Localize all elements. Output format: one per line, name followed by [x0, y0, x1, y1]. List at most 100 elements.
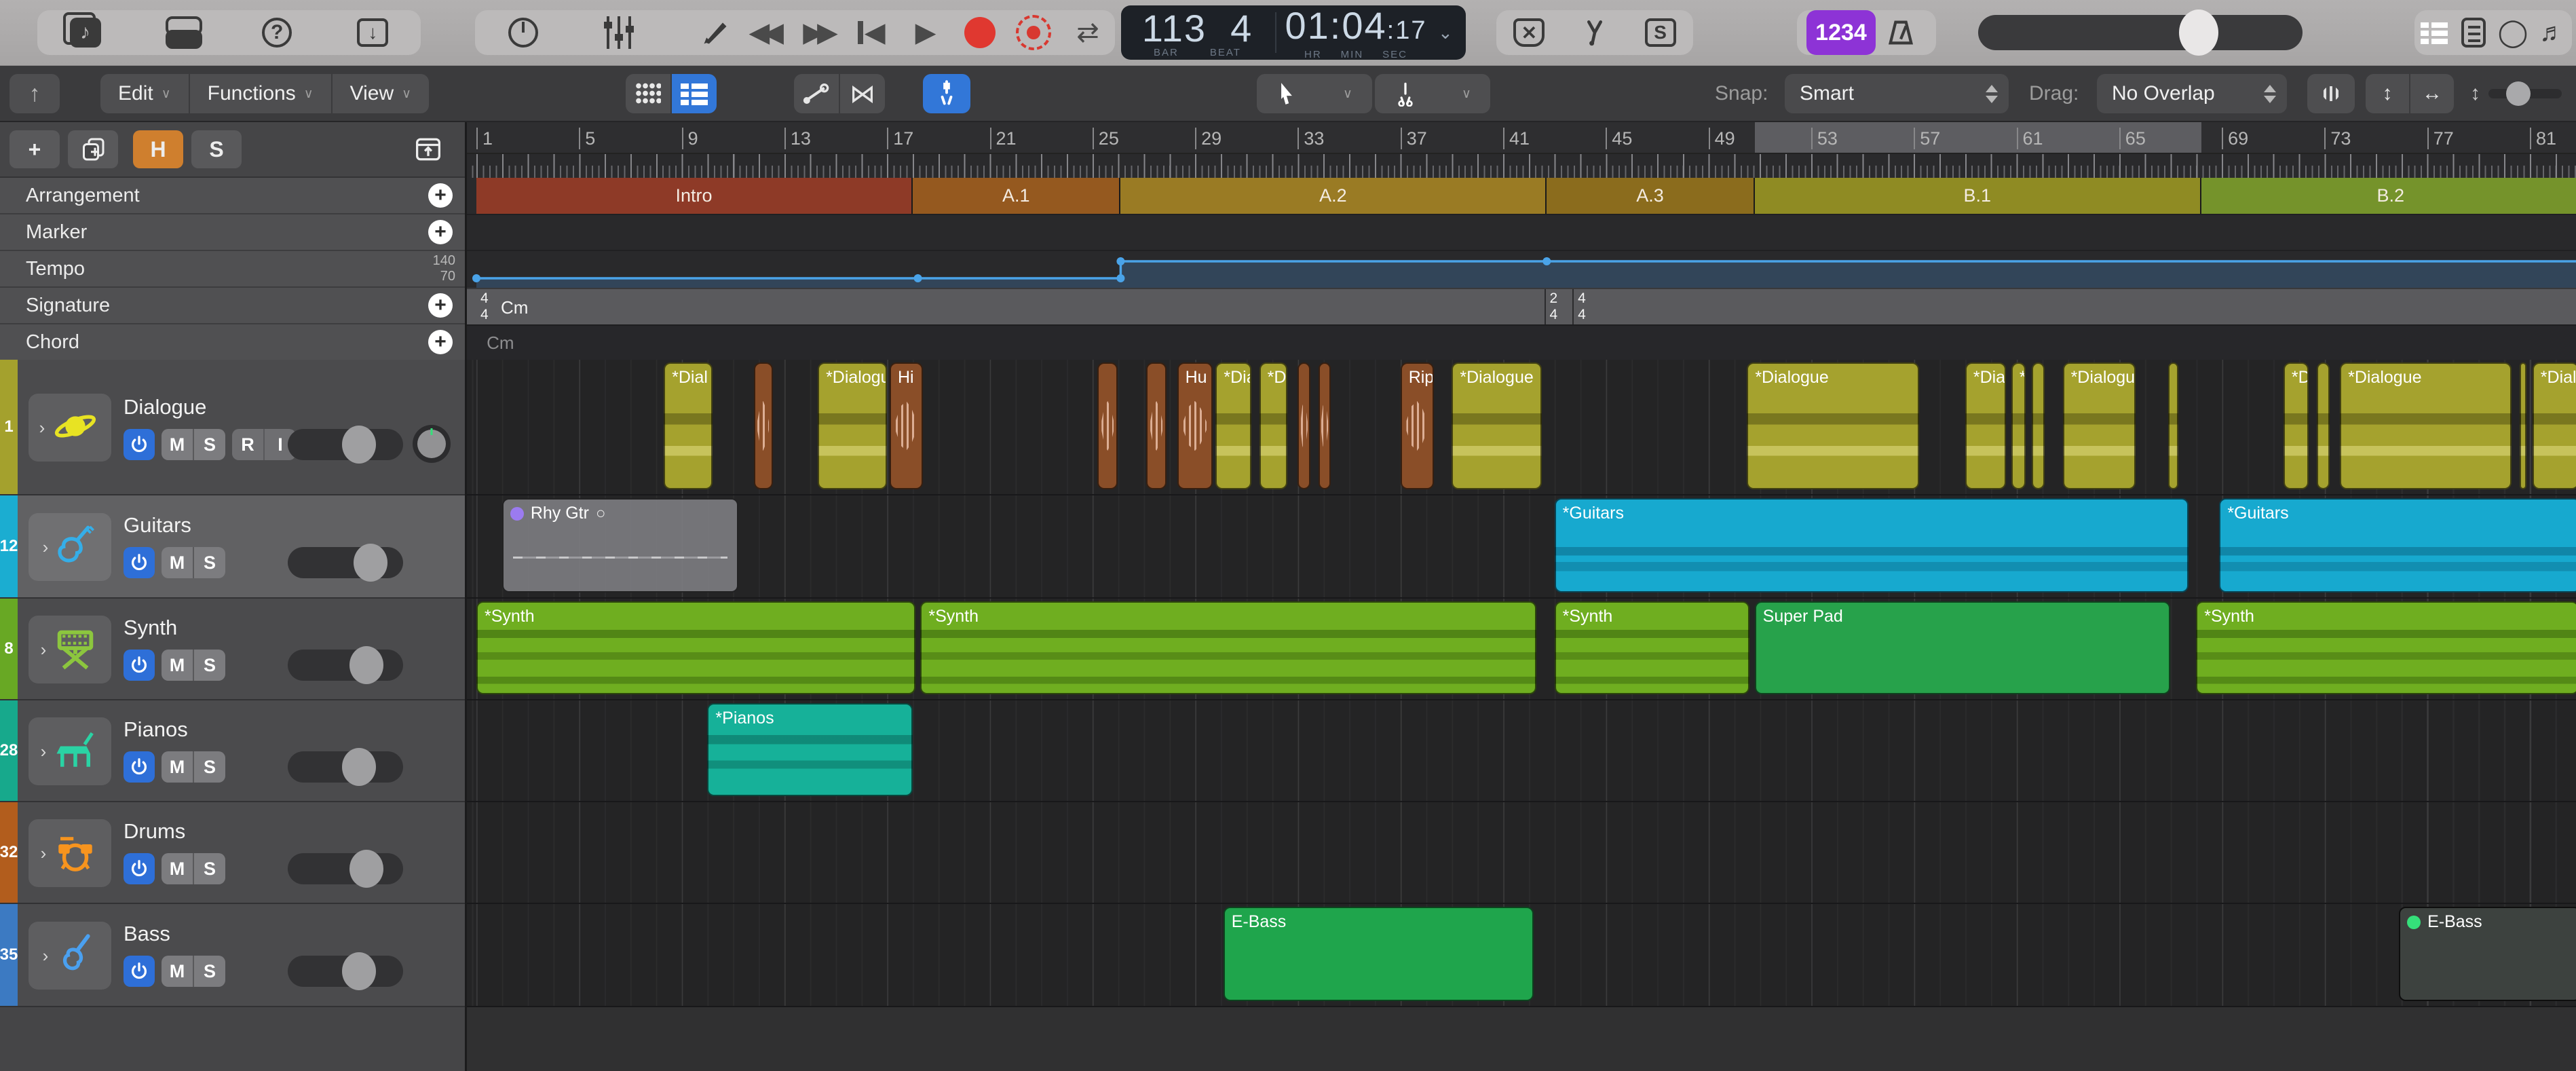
- arrangement-marker-intro[interactable]: Intro: [476, 178, 913, 214]
- help-icon[interactable]: ?: [252, 12, 302, 53]
- edit-menu[interactable]: Edit∨: [100, 74, 190, 113]
- go-to-beginning-button[interactable]: ◀: [847, 17, 896, 48]
- note-pads-icon[interactable]: [2455, 12, 2493, 53]
- bar-ruler[interactable]: 159131721252933374145495357616569737781: [467, 122, 2576, 153]
- solo-button[interactable]: S: [194, 650, 225, 681]
- global-track-row-marker[interactable]: Marker+: [0, 214, 465, 251]
- tuner-icon[interactable]: [1570, 12, 1620, 53]
- global-track-row-signature[interactable]: Signature+: [0, 288, 465, 324]
- track-volume-slider[interactable]: [288, 650, 403, 681]
- lcd-mode-chevron-icon[interactable]: ⌄: [1434, 5, 1457, 60]
- add-chord-icon[interactable]: +: [428, 330, 453, 354]
- region-[interactable]: *: [2011, 362, 2026, 489]
- track-volume-slider[interactable]: [288, 751, 403, 783]
- waveform-zoom-button[interactable]: [2307, 74, 2355, 113]
- volume-knob[interactable]: [354, 544, 387, 582]
- split-at-playhead-button[interactable]: [923, 74, 970, 113]
- region-rhygtr[interactable]: Rhy Gtr○: [502, 498, 738, 593]
- mixer-icon[interactable]: [594, 12, 644, 53]
- vertical-zoom-slider[interactable]: ↕: [2470, 79, 2562, 108]
- region-dialogu[interactable]: *Dialogu: [818, 362, 887, 489]
- region-clip[interactable]: [1319, 362, 1331, 489]
- track-icon-tile[interactable]: ›: [29, 717, 111, 785]
- track-name[interactable]: Synth: [124, 616, 177, 640]
- region-dialogue[interactable]: *Dialogue: [2340, 362, 2512, 489]
- snap-dropdown[interactable]: Smart: [1785, 74, 2009, 113]
- region-hu[interactable]: Hu: [1177, 362, 1213, 489]
- mute-button[interactable]: M: [162, 650, 193, 681]
- add-signature-icon[interactable]: +: [428, 293, 453, 318]
- quick-help-icon[interactable]: ↓: [347, 12, 398, 53]
- disclosure-icon[interactable]: ›: [43, 537, 49, 558]
- track-name[interactable]: Dialogue: [124, 395, 206, 419]
- master-volume-slider[interactable]: [1978, 15, 2303, 50]
- arrangement-marker-a.2[interactable]: A.2: [1120, 178, 1547, 214]
- region-clip[interactable]: [2520, 362, 2526, 489]
- rewind-button[interactable]: ◀◀: [739, 17, 788, 48]
- region-clip[interactable]: [2317, 362, 2330, 489]
- add-arrangement-icon[interactable]: +: [428, 183, 453, 208]
- global-track-row-arrangement[interactable]: Arrangement+: [0, 178, 465, 214]
- disclosure-icon[interactable]: ›: [41, 741, 47, 762]
- region-dial[interactable]: *Dial: [1215, 362, 1251, 489]
- track-volume-slider[interactable]: [288, 853, 403, 884]
- track-pan-knob[interactable]: [413, 425, 451, 463]
- arrangement-marker-a.3[interactable]: A.3: [1547, 178, 1754, 214]
- track-row-bass[interactable]: 35›BassMS: [0, 904, 465, 1007]
- panel-divider[interactable]: [465, 122, 467, 1071]
- view-menu[interactable]: View∨: [333, 74, 429, 113]
- grid-view-button[interactable]: [626, 74, 670, 113]
- region-dial[interactable]: *Dial: [1965, 362, 2006, 489]
- disclosure-icon[interactable]: ›: [41, 639, 47, 660]
- track-power-button[interactable]: [124, 429, 155, 460]
- play-button[interactable]: ▶: [901, 17, 950, 48]
- region-clip[interactable]: [1298, 362, 1310, 489]
- command-click-tool-menu[interactable]: ∨: [1375, 74, 1490, 113]
- metronome-icon[interactable]: [1876, 12, 1926, 53]
- track-row-pianos[interactable]: 28›PianosMS: [0, 700, 465, 802]
- automation-button[interactable]: [794, 74, 839, 113]
- lcd-display[interactable]: 113 4 BARBEAT 01:04:17 HRMINSEC ⌄: [1121, 5, 1466, 60]
- track-row-dialogue[interactable]: 1›DialogueMSRI: [0, 360, 465, 495]
- add-marker-icon[interactable]: +: [428, 220, 453, 244]
- region-clip[interactable]: [1097, 362, 1118, 489]
- left-click-tool-menu[interactable]: ∨: [1257, 74, 1372, 113]
- region-ebass[interactable]: E-Bass: [1224, 907, 1534, 1001]
- region-guitars[interactable]: *Guitars: [2219, 498, 2576, 593]
- arrangement-marker-b.1[interactable]: B.1: [1755, 178, 2201, 214]
- duplicate-track-button[interactable]: [68, 130, 118, 168]
- region-dialogue[interactable]: *Dialogue: [1452, 362, 1541, 489]
- record-enable-button[interactable]: R: [232, 429, 263, 460]
- region-hi[interactable]: Hi: [890, 362, 923, 489]
- track-row-drums[interactable]: 32›DrumsMS: [0, 802, 465, 904]
- cycle-button[interactable]: ⇄: [1063, 17, 1112, 48]
- track-icon-tile[interactable]: ›: [29, 922, 111, 990]
- region-clip[interactable]: [2168, 362, 2178, 489]
- autopunch-button[interactable]: [1009, 15, 1058, 50]
- region-dialogue[interactable]: *Dialogue: [1747, 362, 1918, 489]
- global-track-row-chord[interactable]: Chord+: [0, 324, 465, 361]
- track-power-button[interactable]: [124, 956, 155, 987]
- volume-knob[interactable]: [349, 850, 383, 888]
- region-superpad[interactable]: Super Pad: [1755, 601, 2171, 694]
- track-icon-tile[interactable]: ›: [29, 819, 111, 887]
- no-input-icon[interactable]: ✕: [1504, 12, 1554, 53]
- arrangement-marker-b.2[interactable]: B.2: [2201, 178, 2576, 214]
- track-name[interactable]: Drums: [124, 819, 185, 844]
- region-clip[interactable]: [2032, 362, 2045, 489]
- record-button[interactable]: [955, 17, 1004, 48]
- tempo-curve[interactable]: [467, 251, 2576, 289]
- inspector-toggles-icon[interactable]: [156, 12, 206, 53]
- forward-button[interactable]: ▶▶: [793, 17, 842, 48]
- mute-button[interactable]: M: [162, 751, 193, 783]
- region-d[interactable]: *D: [1259, 362, 1287, 489]
- track-name[interactable]: Guitars: [124, 513, 191, 538]
- region-dial[interactable]: *Dial: [2533, 362, 2576, 489]
- track-power-button[interactable]: [124, 547, 155, 578]
- solo-icon[interactable]: S: [1635, 12, 1686, 53]
- region-synth[interactable]: *Synth: [476, 601, 915, 694]
- mute-button[interactable]: M: [162, 853, 193, 884]
- volume-knob[interactable]: [342, 748, 376, 786]
- solo-button[interactable]: S: [194, 751, 225, 783]
- solo-button[interactable]: S: [194, 547, 225, 578]
